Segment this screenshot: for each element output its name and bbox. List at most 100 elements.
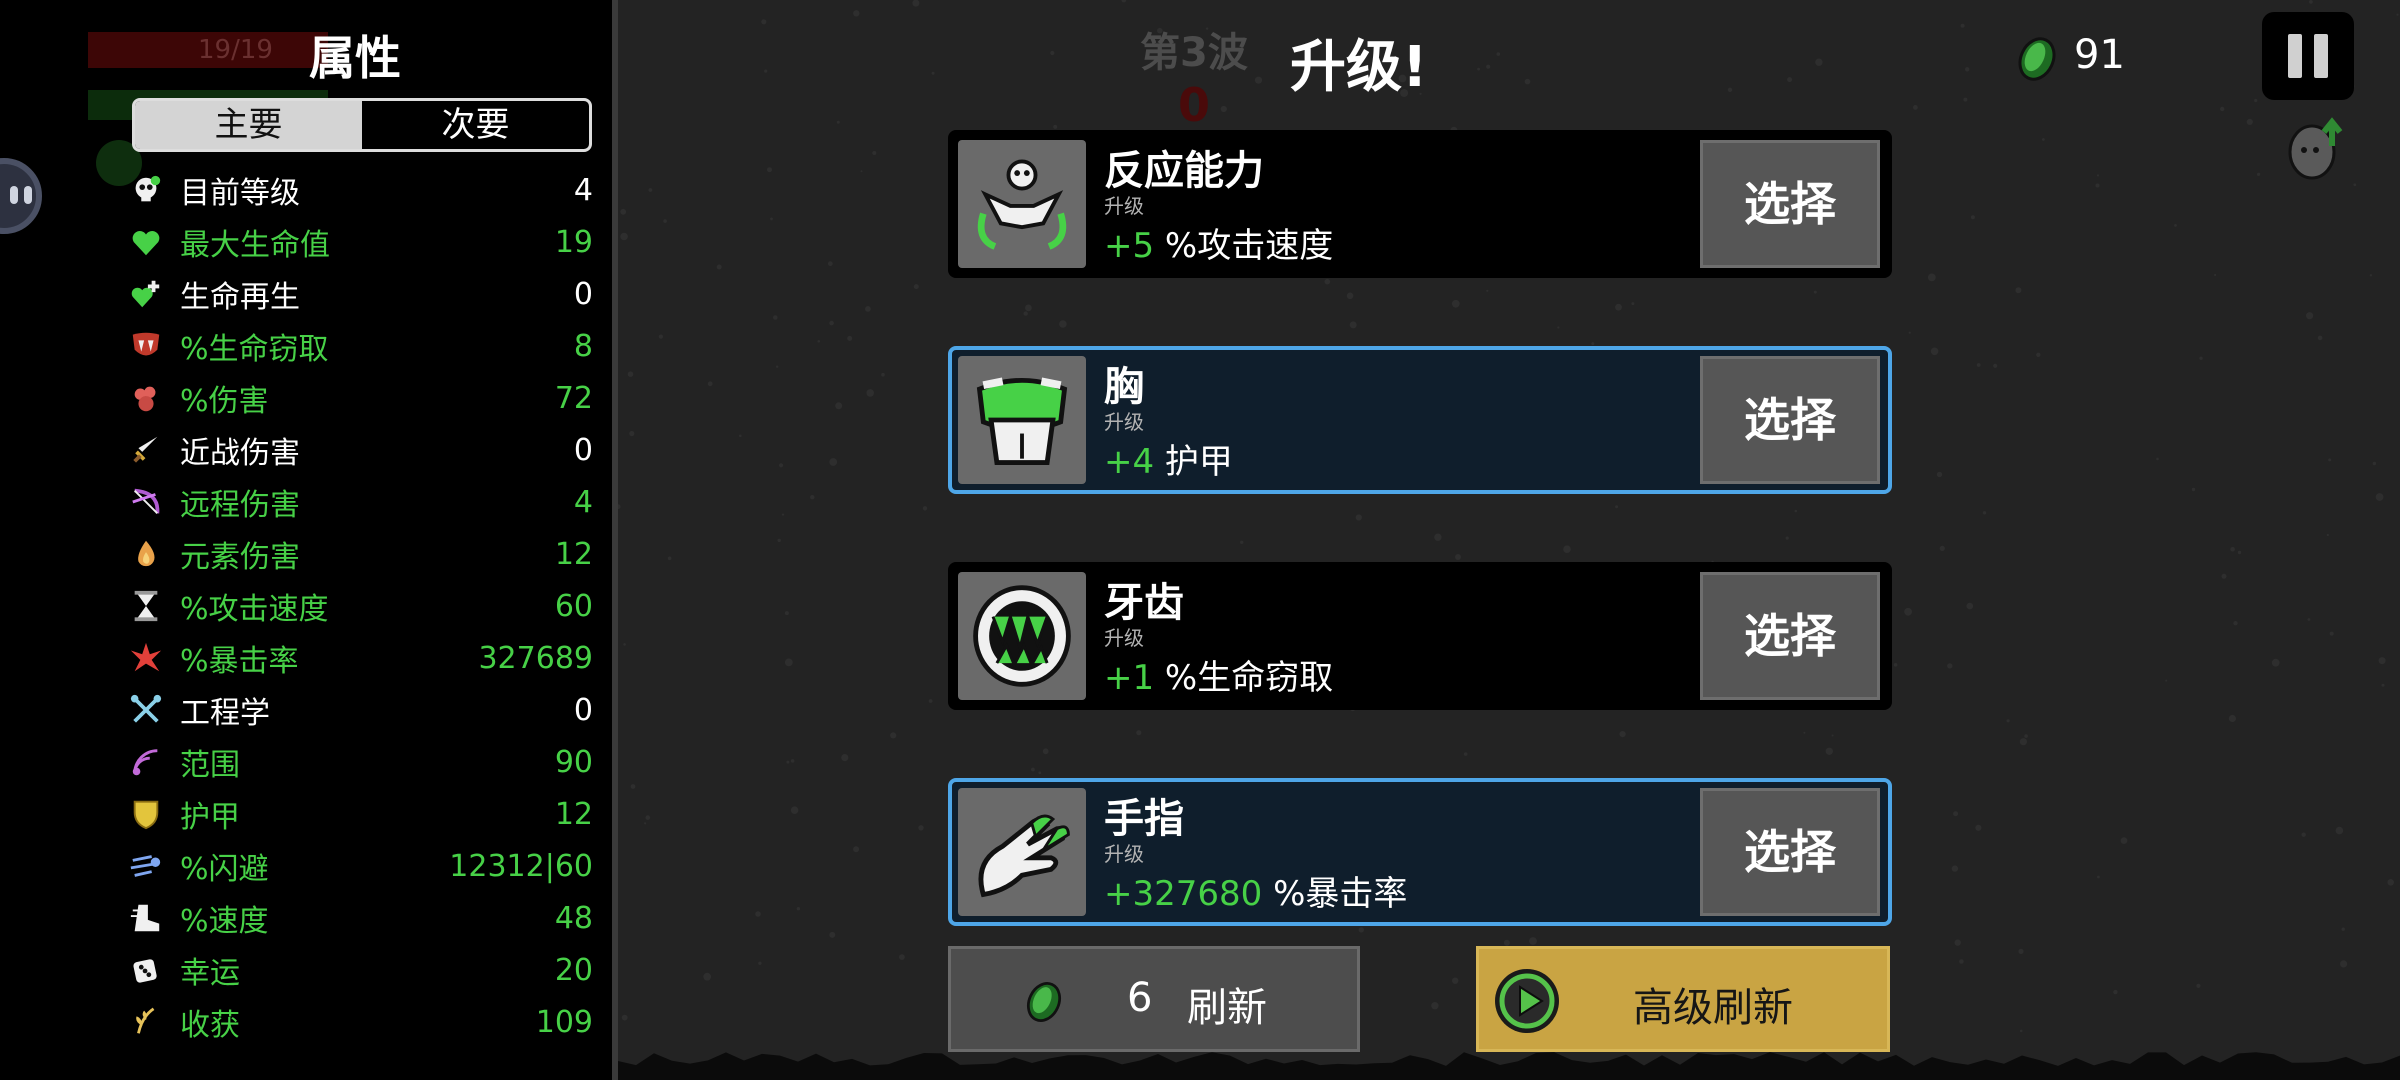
stat-icon	[128, 952, 164, 988]
stat-row[interactable]: 元素伤害 12	[128, 528, 593, 580]
upgrade-card[interactable]: 反应能力 升级 +5 %攻击速度 选择	[948, 130, 1892, 278]
select-button[interactable]: 选择	[1700, 140, 1880, 268]
stat-value: 90	[554, 744, 593, 780]
stat-row[interactable]: %暴击率 327689	[128, 632, 593, 684]
stat-name: 最大生命值	[180, 228, 330, 263]
regen-heart-icon	[131, 280, 160, 308]
stat-icon	[128, 328, 164, 364]
upgrade-card[interactable]: 牙齿 升级 +1 %生命窃取 选择	[948, 562, 1892, 710]
upgrade-type: 升级	[1104, 194, 1144, 218]
upgrade-card[interactable]: 手指 升级 +327680 %暴击率 选择	[948, 778, 1892, 926]
upgrade-type: 升级	[1104, 410, 1144, 434]
stat-name: 护甲	[180, 800, 240, 835]
harvest-icon	[136, 1007, 155, 1034]
wrench-icon	[130, 694, 162, 723]
upgrade-effect-text: %攻击速度	[1154, 226, 1334, 266]
select-button[interactable]: 选择	[1700, 356, 1880, 484]
upgrade-icon-frame	[958, 356, 1086, 484]
stat-name: 幸运	[180, 956, 240, 991]
teeth-icon	[973, 585, 1071, 687]
stat-row[interactable]: %速度 48	[128, 892, 593, 944]
upgrade-icon-frame	[958, 788, 1086, 916]
stat-list: 目前等级 4 最大生命值 19 生命再生 0 %生命窃取 8 %伤害 72 近战伤害 0 远程伤害 4 元素…	[128, 164, 593, 1048]
tab-secondary[interactable]: 次要	[362, 101, 589, 149]
stat-icon	[128, 796, 164, 832]
stat-row[interactable]: %伤害 72	[128, 372, 593, 424]
stat-row[interactable]: 收获 109	[128, 996, 593, 1048]
upgrade-name: 反应能力	[1104, 148, 1264, 194]
upgrade-effect: +5 %攻击速度	[1104, 218, 1333, 267]
boot-icon	[130, 904, 160, 932]
stat-name: 近战伤害	[180, 436, 300, 471]
stat-icon	[128, 224, 164, 260]
range-icon	[132, 749, 158, 776]
stat-icon	[128, 588, 164, 624]
stats-tab-switch[interactable]: 主要 次要	[132, 98, 592, 152]
stat-row[interactable]: 最大生命值 19	[128, 216, 593, 268]
upgrade-card[interactable]: 胸升级 +4 护甲 选择	[948, 346, 1892, 494]
panel-title: 属性	[309, 31, 401, 85]
stat-row[interactable]: 工程学 0	[128, 684, 593, 736]
stat-icon	[128, 380, 164, 416]
stat-icon	[128, 692, 164, 728]
material-count: 91	[2074, 32, 2125, 78]
stat-value: 72	[554, 380, 593, 416]
upgrade-amount: +327680	[1104, 874, 1263, 914]
reroll-button[interactable]: 6 刷新	[948, 946, 1360, 1052]
stat-row[interactable]: 目前等级 4	[128, 164, 593, 216]
stat-name: %攻击速度	[180, 592, 329, 627]
stat-row[interactable]: %生命窃取 8	[128, 320, 593, 372]
stat-row[interactable]: %攻击速度 60	[128, 580, 593, 632]
upgrade-name: 手指	[1104, 796, 1184, 842]
upgrade-icon-frame	[958, 140, 1086, 268]
stat-row[interactable]: 范围 90	[128, 736, 593, 788]
stat-name: 范围	[180, 748, 240, 783]
wave-timer: 0	[1178, 78, 1211, 132]
upgrade-amount: +4	[1104, 442, 1155, 482]
hourglass-icon	[134, 590, 158, 622]
stat-name: 元素伤害	[180, 540, 300, 575]
stat-value: 48	[554, 900, 593, 936]
stat-name: 远程伤害	[180, 488, 300, 523]
reroll-label: 刷新	[1187, 985, 1267, 1031]
upgrade-effect-text: 护甲	[1154, 442, 1233, 482]
upgrade-effect: +4 护甲	[1104, 434, 1233, 483]
select-button[interactable]: 选择	[1700, 788, 1880, 916]
crit-burst-icon	[130, 642, 162, 672]
stat-row[interactable]: 远程伤害 4	[128, 476, 593, 528]
stat-value: 12312|60	[449, 848, 593, 884]
upgrade-type: 升级	[1104, 842, 1144, 866]
pause-button[interactable]	[2262, 12, 2354, 100]
advanced-reroll-button[interactable]: 高级刷新	[1476, 946, 1890, 1052]
stat-icon	[128, 484, 164, 520]
chest-icon	[976, 377, 1068, 465]
tab-primary[interactable]: 主要	[135, 101, 362, 149]
stat-row[interactable]: 幸运 20	[128, 944, 593, 996]
stat-name: 工程学	[180, 696, 270, 731]
reroll-coin-icon	[1026, 982, 1062, 1022]
stat-name: %暴击率	[180, 644, 299, 679]
stat-value: 109	[535, 1004, 593, 1040]
fingers-icon	[978, 814, 1070, 898]
stat-row[interactable]: %闪避 12312|60	[128, 840, 593, 892]
stat-icon	[128, 172, 164, 208]
upgrade-effect: +1 %生命窃取	[1104, 650, 1333, 699]
stat-icon	[128, 848, 164, 884]
stat-value: 12	[554, 796, 593, 832]
stat-icon	[128, 276, 164, 312]
select-button[interactable]: 选择	[1700, 572, 1880, 700]
stat-icon	[128, 1004, 164, 1040]
upgrade-amount: +1	[1104, 658, 1155, 698]
stat-value: 4	[573, 172, 593, 208]
stat-row[interactable]: 生命再生 0	[128, 268, 593, 320]
dice-icon	[133, 959, 157, 983]
material-coin-icon	[2018, 37, 2056, 81]
reflexes-icon	[977, 159, 1067, 250]
advanced-reroll-label: 高级刷新	[1633, 985, 1793, 1031]
stat-row[interactable]: 护甲 12	[128, 788, 593, 840]
stat-value: 12	[554, 536, 593, 572]
stat-row[interactable]: 近战伤害 0	[128, 424, 593, 476]
fist-icon	[134, 386, 156, 412]
bow-icon	[132, 488, 160, 515]
upgrade-type: 升级	[1104, 626, 1144, 650]
